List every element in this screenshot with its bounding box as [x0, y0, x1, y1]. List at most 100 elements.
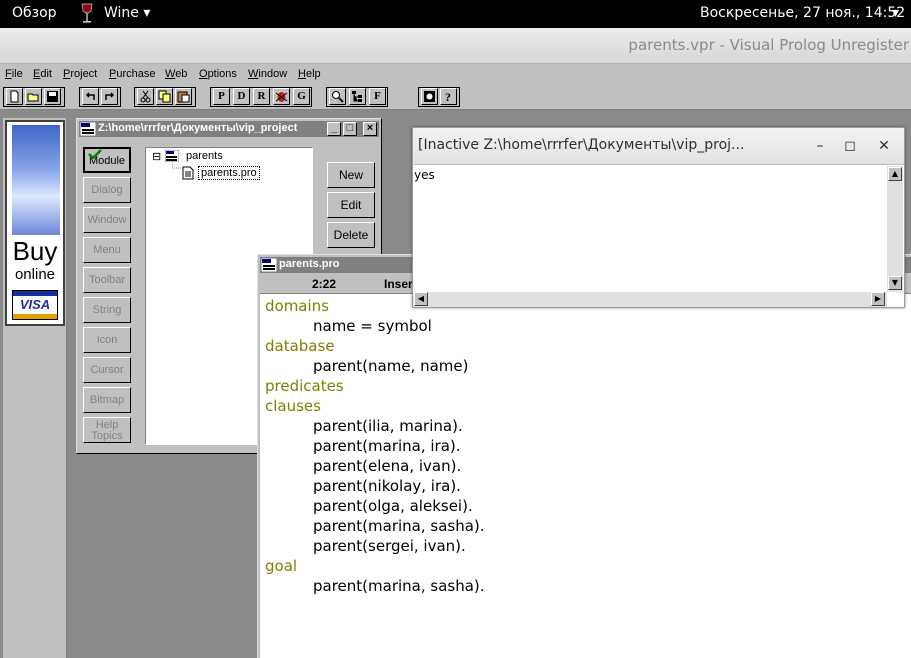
cut-icon[interactable] [137, 88, 154, 105]
buy-online-ad[interactable]: Buy online VISA [5, 120, 65, 326]
edit-button[interactable]: Edit [327, 192, 375, 218]
save-icon[interactable] [44, 88, 61, 105]
code-line: parent(nikolay, ira). [313, 477, 461, 495]
prolog-project-icon [165, 150, 179, 162]
side-button-string[interactable]: String [83, 297, 131, 323]
minimize-button[interactable]: _ [327, 122, 341, 136]
code-keyword-line: domains [265, 297, 329, 315]
side-button-help-topics[interactable]: Help Topics [83, 417, 131, 443]
code-line: name = symbol [313, 317, 432, 335]
prolog-icon [80, 122, 96, 136]
new-button[interactable]: New [327, 162, 375, 188]
side-button-menu[interactable]: Menu [83, 237, 131, 263]
editor-title: parents.pro [279, 258, 340, 270]
side-button-window[interactable]: Window [83, 207, 131, 233]
window-title: parents.vpr - Visual Prolog Unregister [628, 36, 909, 54]
project-window-titlebar[interactable]: Z:\home\rrrfer\Документы\vip_project _ □… [79, 121, 379, 137]
source-file-icon [182, 166, 194, 180]
copy-icon[interactable] [156, 88, 173, 105]
code-line: parent(name, name) [313, 357, 469, 375]
minimize-icon[interactable]: – [811, 137, 829, 155]
tree-expander-icon[interactable]: ⊟ [152, 150, 161, 163]
editor-window[interactable]: parents.pro 2:22 Insert domains name = sy… [257, 254, 911, 658]
menu-help[interactable]: Help [298, 68, 321, 80]
scroll-left-icon[interactable]: ◀ [414, 292, 428, 306]
side-button-module[interactable]: Module [83, 147, 131, 173]
side-button-dialog[interactable]: Dialog [83, 177, 131, 203]
top-bar: Обзор Wine ▾ Воскресенье, 27 ноя., 14:52… [0, 0, 911, 28]
activities-button[interactable]: Обзор [12, 5, 57, 21]
code-keyword-line: database [265, 337, 335, 355]
prolog-icon [261, 258, 277, 272]
system-menu-chevron-icon[interactable]: ▾ [892, 5, 899, 21]
code-keyword-line: clauses [265, 397, 321, 415]
checkmark-icon [88, 149, 102, 159]
maximize-icon[interactable]: ◻ [841, 137, 859, 155]
scroll-down-icon[interactable]: ▼ [888, 276, 902, 290]
ad-panel: Buy online VISA [3, 118, 67, 658]
close-button[interactable]: × [363, 122, 377, 136]
wine-glass-icon [81, 3, 93, 23]
side-button-cursor[interactable]: Cursor [83, 357, 131, 383]
help-icon[interactable]: ? [440, 88, 457, 105]
menu-edit[interactable]: Edit [33, 68, 52, 80]
code-keyword-line: predicates [265, 377, 344, 395]
tree-item-parents-pro[interactable]: parents.pro [198, 166, 260, 180]
window-titlebar[interactable]: parents.vpr - Visual Prolog Unregister [0, 28, 911, 64]
scroll-up-icon[interactable]: ▲ [888, 167, 902, 181]
code-line: parent(marina, ira). [313, 437, 461, 455]
cursor-position: 2:22 [312, 277, 337, 291]
app-menu[interactable]: Wine ▾ [104, 5, 150, 21]
go-button[interactable]: G [293, 88, 310, 105]
visa-card-icon: VISA [12, 290, 58, 320]
undo-icon[interactable] [82, 88, 99, 105]
menu-window[interactable]: Window [248, 68, 287, 80]
find-button[interactable]: F [369, 88, 386, 105]
code-line: parent(sergei, ivan). [313, 537, 466, 555]
maximize-button[interactable]: □ [343, 122, 357, 136]
bug-icon[interactable] [273, 88, 290, 105]
code-line: parent(ilia, marina). [313, 417, 463, 435]
code-line: parent(elena, ivan). [313, 457, 462, 475]
project-window-title: Z:\home\rrrfer\Документы\vip_project [98, 122, 298, 134]
run-button[interactable]: R [253, 88, 270, 105]
output-window[interactable]: [Inactive Z:\home\rrrfer\Документы\vip_p… [412, 127, 905, 308]
menu-options[interactable]: Options [199, 68, 237, 80]
info-icon[interactable] [421, 88, 438, 105]
menu-project[interactable]: Project [63, 68, 97, 80]
tree-icon[interactable] [349, 88, 366, 105]
side-button-icon[interactable]: Icon [83, 327, 131, 353]
code-keyword-line: goal [265, 557, 298, 575]
clock[interactable]: Воскресенье, 27 ноя., 14:52 [700, 5, 905, 21]
delete-button[interactable]: Delete [327, 222, 375, 248]
ad-image [12, 125, 60, 235]
new-file-icon[interactable] [6, 88, 23, 105]
tree-item-parents[interactable]: parents [186, 150, 223, 162]
output-window-titlebar[interactable]: [Inactive Z:\home\rrrfer\Документы\vip_p… [413, 128, 904, 165]
close-icon[interactable]: ✕ [875, 137, 893, 155]
project-button[interactable]: P [213, 88, 230, 105]
output-area[interactable]: yes [413, 166, 887, 292]
paste-icon[interactable] [175, 88, 192, 105]
browse-icon[interactable] [329, 88, 346, 105]
side-button-toolbar[interactable]: Toolbar [83, 267, 131, 293]
open-file-icon[interactable] [25, 88, 42, 105]
ad-online-text: online [14, 266, 56, 283]
horizontal-scrollbar[interactable]: ◀ ▶ [413, 292, 887, 307]
svg-text:?: ? [445, 90, 451, 103]
redo-icon[interactable] [101, 88, 118, 105]
menu-bar: File Edit Project Purchase Web Options W… [0, 64, 911, 84]
vertical-scrollbar[interactable]: ▲ ▼ [887, 166, 903, 292]
output-window-title: [Inactive Z:\home\rrrfer\Документы\vip_p… [418, 137, 745, 153]
output-text: yes [414, 168, 435, 182]
toolbar: P D R G F ? [0, 84, 911, 110]
code-editor[interactable]: domains name = symbol database parent(name,… [260, 293, 911, 658]
menu-file[interactable]: File [5, 68, 23, 80]
menu-purchase[interactable]: Purchase [109, 68, 155, 80]
menu-web[interactable]: Web [165, 68, 187, 80]
side-button-bitmap[interactable]: Bitmap [83, 387, 131, 413]
code-line: parent(marina, sasha). [313, 577, 485, 595]
code-line: parent(marina, sasha). [313, 517, 485, 535]
dialog-button[interactable]: D [233, 88, 250, 105]
scroll-right-icon[interactable]: ▶ [871, 292, 885, 306]
